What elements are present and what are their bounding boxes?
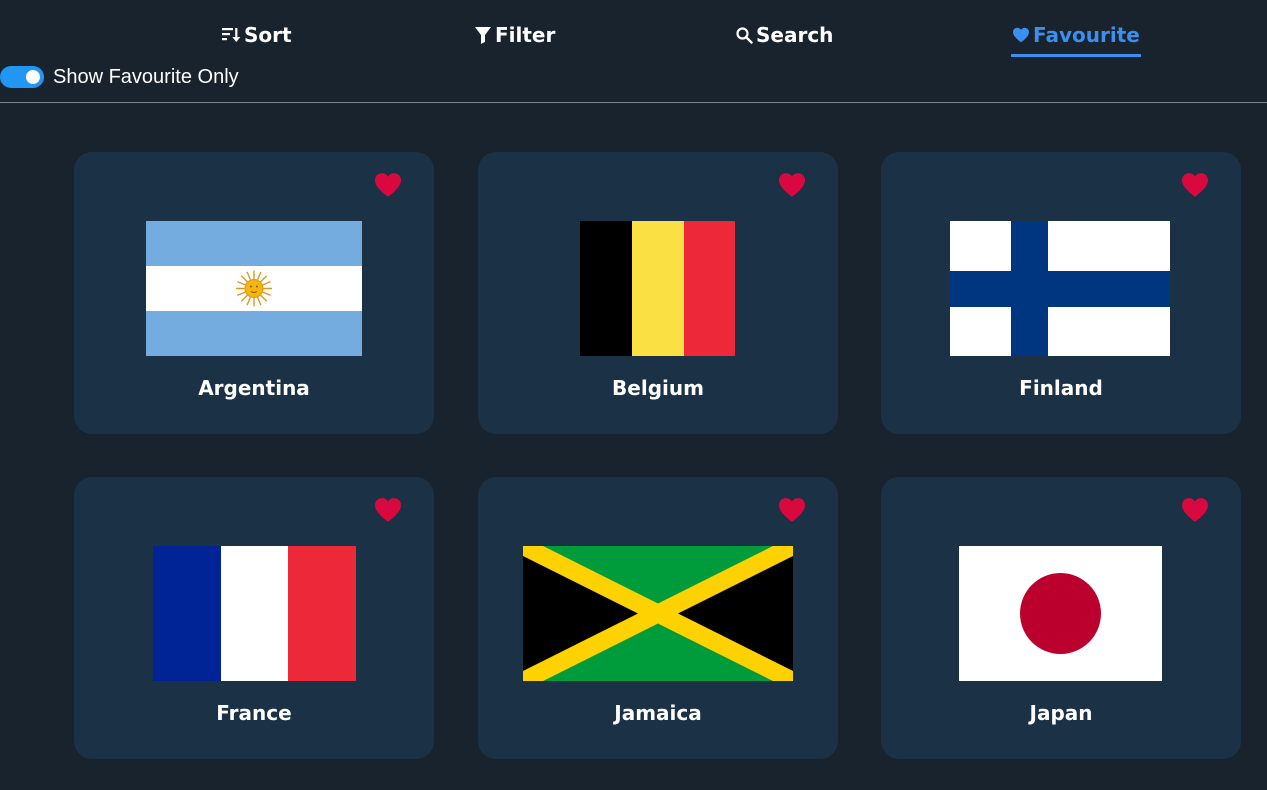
tab-filter[interactable]: Filter (474, 14, 555, 56)
country-card[interactable]: Argentina (74, 152, 434, 434)
tab-favourite-label: Favourite (1033, 23, 1140, 47)
country-card[interactable]: Japan (881, 477, 1241, 759)
finland-flag (950, 221, 1170, 356)
heart-icon (1013, 27, 1029, 43)
show-favourite-toggle[interactable] (0, 66, 44, 88)
country-name: Argentina (198, 376, 310, 400)
country-card[interactable]: France (74, 477, 434, 759)
filter-icon (475, 27, 491, 44)
country-name: Jamaica (614, 701, 702, 725)
sun-of-may-icon (236, 270, 272, 307)
tab-search-label: Search (756, 23, 834, 47)
heart-icon[interactable] (1180, 497, 1210, 523)
country-card[interactable]: Finland (881, 152, 1241, 434)
country-card[interactable]: Jamaica (478, 477, 838, 759)
heart-icon[interactable] (373, 172, 403, 198)
country-name: Finland (1019, 376, 1103, 400)
toggle-knob (26, 70, 40, 84)
country-name: France (216, 701, 292, 725)
sort-icon (222, 28, 241, 42)
jamaica-flag (523, 546, 793, 681)
top-nav-bar: Sort Filter Search Favourite Show Favour… (0, 0, 1267, 103)
japan-flag (959, 546, 1162, 681)
heart-icon[interactable] (373, 497, 403, 523)
argentina-flag (146, 221, 362, 356)
heart-icon[interactable] (1180, 172, 1210, 198)
country-name: Belgium (612, 376, 704, 400)
belgium-flag (580, 221, 735, 356)
show-favourite-label: Show Favourite Only (53, 65, 239, 88)
france-flag (153, 546, 356, 681)
tab-sort-label: Sort (244, 23, 292, 47)
show-favourite-toggle-row: Show Favourite Only (0, 62, 239, 92)
country-card[interactable]: Belgium (478, 152, 838, 434)
tab-search[interactable]: Search (736, 14, 833, 56)
heart-icon[interactable] (777, 497, 807, 523)
country-name: Japan (1029, 701, 1093, 725)
heart-icon[interactable] (777, 172, 807, 198)
tab-filter-label: Filter (495, 23, 556, 47)
search-icon (736, 26, 753, 44)
tab-sort[interactable]: Sort (221, 14, 292, 56)
tab-favourite[interactable]: Favourite (1011, 14, 1141, 57)
